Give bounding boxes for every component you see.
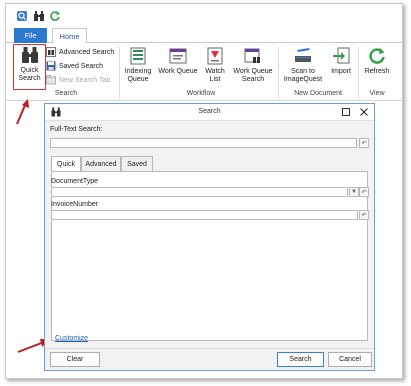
saved-search-button[interactable]: Saved Search: [46, 60, 103, 72]
import-label: Import: [331, 68, 351, 75]
import-icon: [330, 46, 352, 66]
indexing-queue-icon: [127, 46, 149, 66]
dialog-button-bar: Clear Search Cancel: [45, 348, 374, 370]
work-queue-search-label-line2: Search: [241, 76, 265, 83]
watch-list-label-line2: List: [209, 76, 221, 83]
tab-home[interactable]: Home: [52, 28, 87, 44]
refresh-button[interactable]: Refresh: [361, 46, 393, 88]
full-text-search-input[interactable]: [50, 138, 357, 148]
advanced-search-icon: [46, 47, 56, 57]
scan-label-line1: Scan to: [291, 68, 315, 75]
quick-search-label-line1: Quick: [20, 67, 39, 74]
quick-search-button[interactable]: Quick Search: [13, 44, 46, 90]
watch-list-label-line1: Watch: [205, 68, 225, 75]
tab-saved[interactable]: Saved: [121, 156, 153, 171]
group-label-new-document: New Document: [294, 90, 342, 97]
clear-field-icon[interactable]: ↶: [359, 187, 369, 197]
group-label-workflow: Workflow: [186, 90, 216, 97]
watch-list-button[interactable]: Watch List: [201, 46, 229, 88]
indexing-queue-label-line2: Queue: [127, 76, 149, 83]
scanner-icon: [292, 46, 314, 66]
search-button[interactable]: Search: [277, 352, 324, 367]
work-queue-search-label-line1: Work Queue: [233, 68, 273, 75]
tab-file[interactable]: File: [14, 28, 47, 43]
clear-field-icon[interactable]: ↶: [359, 138, 369, 148]
work-queue-button[interactable]: Work Queue: [158, 46, 198, 88]
tab-quick[interactable]: Quick: [51, 156, 81, 172]
clear-button[interactable]: Clear: [50, 352, 100, 367]
indexing-queue-button[interactable]: Indexing Queue: [121, 46, 155, 88]
work-queue-label: Work Queue: [158, 68, 198, 75]
saved-search-icon: [46, 61, 56, 71]
quick-access-toolbar: [6, 4, 402, 28]
clear-field-icon[interactable]: ↶: [359, 210, 369, 220]
maximize-icon[interactable]: [340, 106, 352, 118]
invoice-number-label: InvoiceNumber: [51, 201, 99, 208]
refresh-icon[interactable]: [48, 9, 62, 23]
scan-to-imagequest-button[interactable]: Scan to ImageQuest: [280, 46, 326, 88]
group-separator: [119, 47, 120, 99]
chevron-down-icon[interactable]: ▼: [349, 187, 359, 197]
advanced-search-label: Advanced Search: [59, 48, 115, 56]
new-search-tab-label: New Search Tab: [59, 76, 111, 84]
document-type-label: DocumentType: [51, 178, 99, 185]
refresh-label: Refresh: [364, 68, 390, 75]
group-separator: [278, 47, 279, 99]
app-search-icon[interactable]: [15, 9, 29, 23]
tab-advanced[interactable]: Advanced: [81, 156, 121, 171]
invoice-number-input[interactable]: [51, 210, 358, 220]
quick-search-label-line2: Search: [18, 75, 41, 82]
watch-list-icon: [204, 46, 226, 66]
binoculars-icon[interactable]: [32, 9, 46, 23]
search-dialog: Search Full-Text Search: ↶ Quick Advance…: [44, 103, 375, 371]
dialog-title: Search: [198, 108, 221, 115]
new-search-tab-icon: [46, 75, 56, 85]
group-separator: [358, 47, 359, 99]
work-queue-search-icon: [242, 46, 264, 66]
ribbon-tab-bar: File Home: [6, 28, 402, 44]
work-queue-icon: [167, 46, 189, 66]
group-label-view: View: [369, 90, 385, 97]
new-search-tab-button[interactable]: New Search Tab: [46, 74, 110, 86]
document-type-select[interactable]: [51, 187, 348, 197]
group-label-search: Search: [54, 90, 78, 97]
annotation-arrow-icon: [16, 99, 29, 125]
import-button[interactable]: Import: [327, 46, 355, 88]
full-text-search-label: Full-Text Search:: [50, 126, 103, 133]
scan-label-line2: ImageQuest: [283, 76, 323, 83]
dialog-title-bar: Search: [45, 104, 374, 121]
refresh-icon: [366, 46, 388, 66]
work-queue-search-button[interactable]: Work Queue Search: [231, 46, 275, 88]
advanced-search-button[interactable]: Advanced Search: [46, 46, 114, 58]
saved-search-label: Saved Search: [59, 62, 103, 70]
binoculars-icon: [19, 45, 41, 65]
customize-link[interactable]: Customize: [55, 335, 88, 342]
cancel-button[interactable]: Cancel: [328, 352, 372, 367]
close-icon[interactable]: [358, 106, 370, 118]
indexing-queue-label-line1: Indexing: [124, 68, 152, 75]
ribbon: Quick Search Advanced Search Saved Searc…: [6, 43, 402, 101]
